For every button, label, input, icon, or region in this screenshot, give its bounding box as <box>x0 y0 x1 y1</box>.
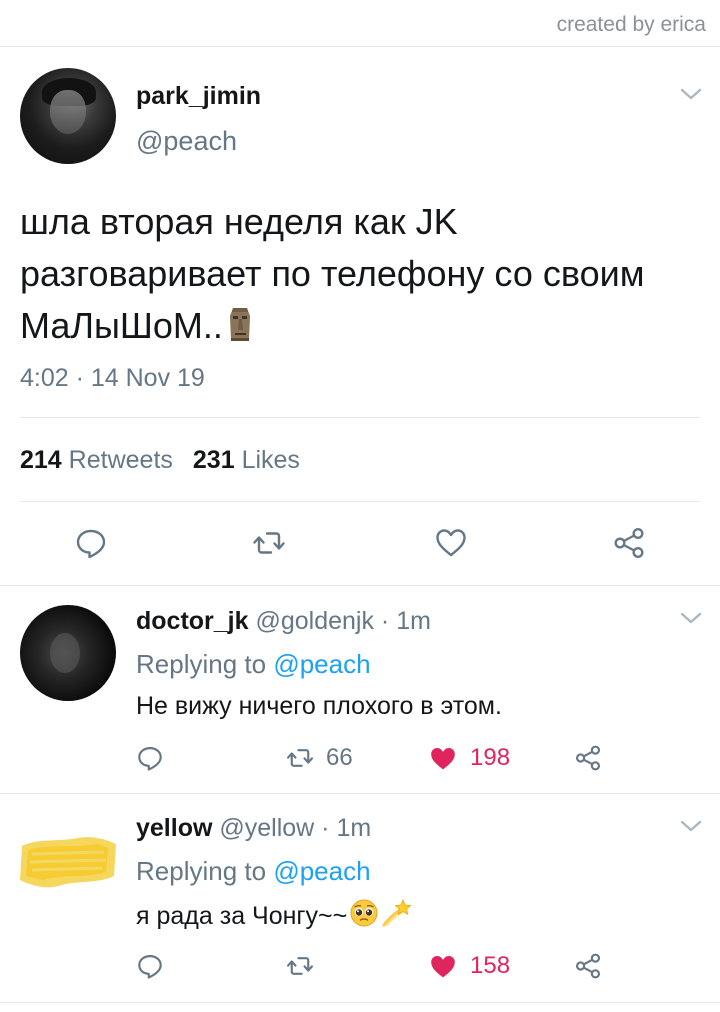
divider <box>0 1002 720 1003</box>
display-name[interactable]: park_jimin <box>136 82 261 111</box>
avatar[interactable] <box>20 605 116 701</box>
dizzy-emoji-icon <box>381 898 412 935</box>
tweet-timestamp[interactable]: 4:02 · 14 Nov 19 <box>20 364 205 393</box>
replying-to: Replying to @peach <box>136 856 371 887</box>
reply-text: Не вижу ничего плохого в этом. <box>136 692 502 720</box>
likes-label[interactable]: Likes <box>242 446 300 474</box>
retweet-count: 66 <box>326 744 353 771</box>
pleading-face-emoji-icon <box>349 898 379 935</box>
display-name[interactable]: doctor_jk <box>136 607 249 635</box>
handle-time[interactable]: @yellow · 1m <box>219 814 371 842</box>
handle-time[interactable]: @goldenjk · 1m <box>255 607 430 635</box>
moai-emoji-icon <box>225 304 255 358</box>
mention-link[interactable]: @peach <box>273 649 370 679</box>
avatar[interactable] <box>20 68 116 164</box>
tweet-text-content: шла вторая неделя как JK разговаривает п… <box>20 201 645 346</box>
retweet-icon <box>286 744 314 772</box>
share-icon[interactable] <box>612 526 646 560</box>
like-button[interactable]: 198 <box>428 744 510 772</box>
share-icon[interactable] <box>574 744 602 772</box>
heart-filled-icon <box>428 744 458 772</box>
retweet-icon <box>286 952 314 980</box>
like-icon[interactable] <box>434 526 468 560</box>
chevron-down-icon[interactable] <box>678 610 704 626</box>
replying-prefix: Replying to <box>136 649 274 679</box>
heart-filled-icon <box>428 952 458 980</box>
retweet-count[interactable]: 214 <box>20 446 62 474</box>
tweet-text: шла вторая неделя как JK разговаривает п… <box>20 196 700 358</box>
reply-icon[interactable] <box>136 744 164 772</box>
retweet-button[interactable] <box>286 952 326 980</box>
reply-icon[interactable] <box>136 952 164 980</box>
chevron-down-icon[interactable] <box>678 86 704 102</box>
divider <box>20 417 700 418</box>
reply-text-content: я рада за Чонгу~~ <box>136 902 348 930</box>
divider <box>0 46 720 47</box>
divider <box>20 501 700 502</box>
like-count: 198 <box>470 744 511 771</box>
display-name[interactable]: yellow <box>136 814 212 842</box>
divider <box>0 585 720 586</box>
handle[interactable]: @peach <box>136 126 237 157</box>
watermark: created by erica <box>556 13 706 36</box>
like-count[interactable]: 231 <box>193 446 235 474</box>
divider <box>0 793 720 794</box>
reply-text: я рада за Чонгу~~ <box>136 898 412 935</box>
reply-icon[interactable] <box>74 526 108 560</box>
reply-header: yellow @yellow · 1m <box>136 814 371 843</box>
replying-prefix: Replying to <box>136 856 274 886</box>
like-button[interactable]: 158 <box>428 952 510 980</box>
avatar[interactable] <box>18 832 118 892</box>
reply-header: doctor_jk @goldenjk · 1m <box>136 607 431 636</box>
mention-link[interactable]: @peach <box>273 856 370 886</box>
share-icon[interactable] <box>574 952 602 980</box>
retweets-label[interactable]: Retweets <box>69 446 173 474</box>
chevron-down-icon[interactable] <box>678 818 704 834</box>
replying-to: Replying to @peach <box>136 649 371 680</box>
tweet-stats: 214 Retweets 231 Likes <box>20 446 300 475</box>
retweet-icon[interactable] <box>252 526 286 560</box>
retweet-button[interactable]: 66 <box>286 744 353 772</box>
like-count: 158 <box>470 952 511 979</box>
